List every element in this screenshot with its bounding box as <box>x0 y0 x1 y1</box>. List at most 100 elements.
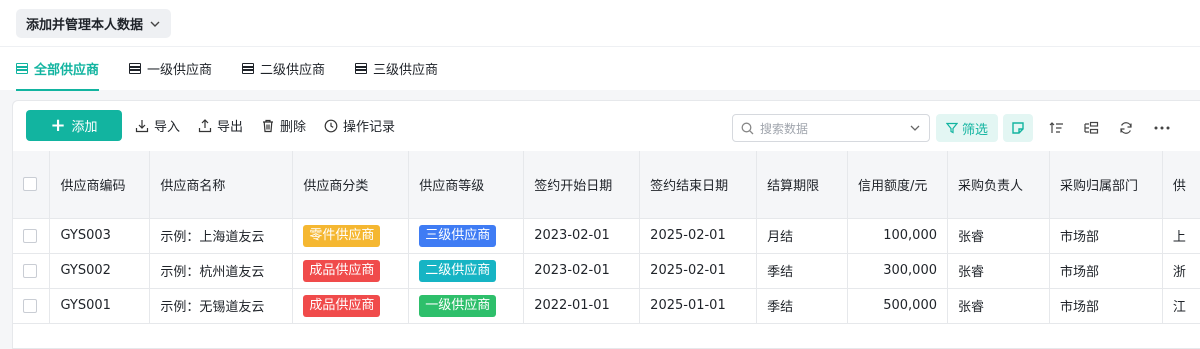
toolbar: + 添加 导入 导出 删除 操作记录 搜索数据 筛选 <box>13 101 1200 151</box>
row-checkbox[interactable] <box>23 228 37 243</box>
level-tag: 三级供应商 <box>419 224 497 247</box>
view-selector[interactable]: 添加并管理本人数据 <box>16 9 172 38</box>
tab-level2-suppliers[interactable]: 二级供应商 <box>242 47 325 91</box>
column-header[interactable]: 信用额度/元 <box>847 151 948 219</box>
supplier-table: 供应商编码 供应商名称 供应商分类 供应商等级 签约开始日期 签约结束日期 结算… <box>13 151 1200 348</box>
column-header[interactable]: 供应商分类 <box>292 151 410 219</box>
settlement-term: 季结 <box>756 288 849 324</box>
buyer: 张睿 <box>947 218 1050 254</box>
department: 市场部 <box>1049 253 1163 289</box>
table-row[interactable]: GYS003 示例：上海道友云 零件供应商 三级供应商 2023-02-01 2… <box>13 218 1200 254</box>
table-row[interactable]: GYS001 示例：无锡道友云 成品供应商 一级供应商 2022-01-01 2… <box>13 288 1200 324</box>
table-row[interactable]: GYS002 示例：杭州道友云 成品供应商 二级供应商 2023-02-01 2… <box>13 253 1200 289</box>
supplier-category-cell: 零件供应商 <box>292 218 410 254</box>
credit-limit: 500,000 <box>847 288 948 324</box>
buyer: 张睿 <box>947 253 1050 289</box>
contract-end-date: 2025-02-01 <box>639 253 758 289</box>
view-title: 添加并管理本人数据 <box>26 18 144 33</box>
column-header[interactable]: 供 <box>1162 151 1200 219</box>
filter-button[interactable]: 筛选 <box>936 114 998 142</box>
delete-button[interactable]: 删除 <box>261 116 306 135</box>
more-button[interactable] <box>1149 114 1175 142</box>
department: 市场部 <box>1049 218 1163 254</box>
column-header[interactable]: 供应商编码 <box>49 151 151 219</box>
sort-button[interactable] <box>1043 114 1069 142</box>
plus-icon: + <box>50 114 66 136</box>
department: 市场部 <box>1049 288 1163 324</box>
refresh-icon <box>1120 122 1132 134</box>
tab-label: 一级供应商 <box>147 63 213 78</box>
supplier-level-cell: 一级供应商 <box>408 288 525 324</box>
contract-start-date: 2022-01-01 <box>523 288 641 324</box>
table-header-row: 供应商编码 供应商名称 供应商分类 供应商等级 签约开始日期 签约结束日期 结算… <box>13 151 1200 219</box>
search-icon <box>741 122 754 134</box>
row-select-cell <box>13 218 51 254</box>
tab-all-suppliers[interactable]: 全部供应商 <box>16 47 100 91</box>
column-header[interactable]: 签约开始日期 <box>523 151 641 219</box>
row-select-cell <box>13 253 51 289</box>
import-button[interactable]: 导入 <box>135 116 180 135</box>
supplier-name: 示例：无锡道友云 <box>149 288 294 324</box>
select-all-cell <box>13 151 51 219</box>
buyer: 张睿 <box>947 288 1050 324</box>
table-icon <box>242 63 255 74</box>
row-checkbox[interactable] <box>23 263 37 278</box>
tab-label: 全部供应商 <box>34 63 100 78</box>
tab-label: 二级供应商 <box>260 63 326 78</box>
row-checkbox[interactable] <box>23 298 37 313</box>
table-icon <box>16 63 28 74</box>
sort-icon <box>1049 122 1063 133</box>
import-icon <box>135 119 149 132</box>
search-placeholder: 搜索数据 <box>760 121 809 136</box>
supplier-level-cell: 二级供应商 <box>408 253 525 289</box>
chevron-down-icon <box>150 21 160 27</box>
category-tag: 零件供应商 <box>303 224 381 247</box>
supplier-code: GYS001 <box>49 288 151 324</box>
column-header[interactable]: 签约结束日期 <box>639 151 758 219</box>
supplier-category-cell: 成品供应商 <box>292 288 410 324</box>
category-tag: 成品供应商 <box>303 294 381 317</box>
settlement-term: 季结 <box>756 253 849 289</box>
group-button[interactable] <box>1078 114 1104 142</box>
column-header[interactable]: 结算期限 <box>756 151 849 219</box>
tab-bar: 全部供应商 一级供应商 二级供应商 三级供应商 <box>0 46 1200 91</box>
category-tag: 成品供应商 <box>303 259 381 282</box>
column-header[interactable]: 供应商等级 <box>408 151 525 219</box>
operation-log-button[interactable]: 操作记录 <box>324 116 395 135</box>
supplier-code: GYS003 <box>49 218 151 254</box>
sticker-icon <box>1012 122 1024 134</box>
filter-icon <box>945 122 958 134</box>
top-bar: 添加并管理本人数据 <box>0 0 1200 46</box>
row-select-cell <box>13 288 51 324</box>
filter-label: 筛选 <box>961 122 988 138</box>
clock-icon <box>324 119 338 132</box>
refresh-button[interactable] <box>1113 114 1139 142</box>
export-icon <box>198 118 212 132</box>
import-label: 导入 <box>154 120 181 135</box>
contract-end-date: 2025-02-01 <box>639 218 758 254</box>
credit-limit: 300,000 <box>847 253 948 289</box>
tab-level3-suppliers[interactable]: 三级供应商 <box>355 47 438 91</box>
level-tag: 一级供应商 <box>419 294 497 317</box>
chevron-down-icon[interactable] <box>909 122 921 134</box>
truncated-cell: 上 <box>1162 218 1200 254</box>
more-icon <box>1154 126 1170 130</box>
search-input[interactable]: 搜索数据 <box>732 114 930 142</box>
select-all-checkbox[interactable] <box>23 177 37 192</box>
column-header[interactable]: 供应商名称 <box>149 151 294 219</box>
add-label: 添加 <box>71 120 98 135</box>
sticker-note-button[interactable] <box>1003 114 1033 142</box>
tab-level1-suppliers[interactable]: 一级供应商 <box>129 47 212 91</box>
truncated-cell: 江 <box>1162 288 1200 324</box>
level-tag: 二级供应商 <box>419 259 497 282</box>
supplier-name: 示例：上海道友云 <box>149 218 294 254</box>
table-icon <box>355 63 368 74</box>
supplier-code: GYS002 <box>49 253 151 289</box>
contract-start-date: 2023-02-01 <box>523 218 641 254</box>
export-button[interactable]: 导出 <box>198 116 243 135</box>
column-header[interactable]: 采购负责人 <box>947 151 1050 219</box>
add-button[interactable]: + 添加 <box>26 110 122 141</box>
table-icon <box>129 63 142 74</box>
trash-icon <box>263 119 274 132</box>
column-header[interactable]: 采购归属部门 <box>1049 151 1163 219</box>
